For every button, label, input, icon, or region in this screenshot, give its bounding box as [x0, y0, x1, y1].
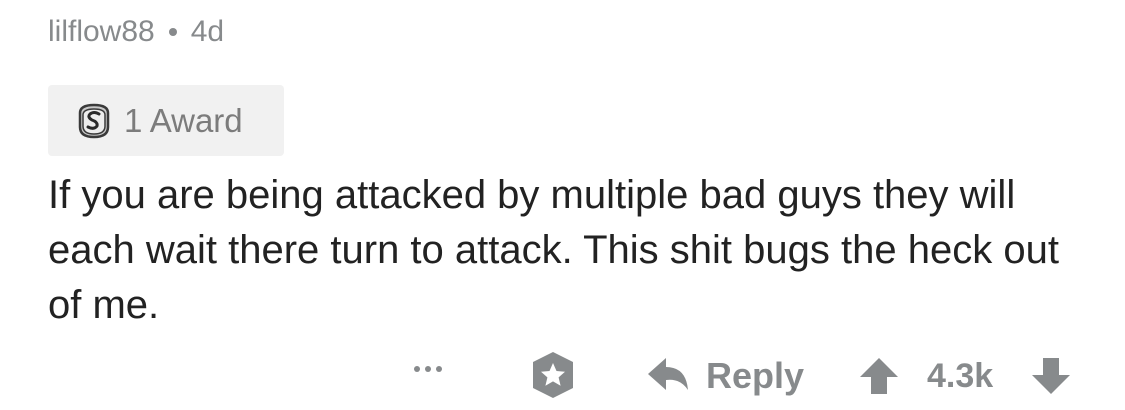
dot [425, 366, 431, 372]
downvote-arrow-icon[interactable] [1030, 356, 1072, 396]
separator-dot [168, 28, 177, 36]
award-label: 1 Award [124, 101, 243, 139]
award-badge[interactable]: 1 Award [48, 85, 284, 156]
username-link[interactable]: lilflow88 [48, 15, 155, 49]
comment-age: 4d [190, 15, 225, 48]
reply-label: Reply [706, 355, 805, 396]
vote-score: 4.3k [927, 357, 994, 395]
comment-meta: lilflow88 4d [48, 10, 224, 54]
reply-button[interactable]: Reply [646, 348, 804, 404]
silver-award-icon [74, 101, 114, 141]
comment-actions: Reply 4.3k [0, 348, 1125, 408]
comment-body: If you are being attacked by multiple ba… [48, 173, 1059, 327]
save-star-icon[interactable] [528, 350, 578, 400]
reply-arrow-icon [646, 356, 690, 396]
upvote-arrow-icon[interactable] [858, 356, 900, 396]
dot [436, 366, 442, 372]
more-dots-icon[interactable] [414, 366, 442, 372]
dot [414, 366, 420, 372]
